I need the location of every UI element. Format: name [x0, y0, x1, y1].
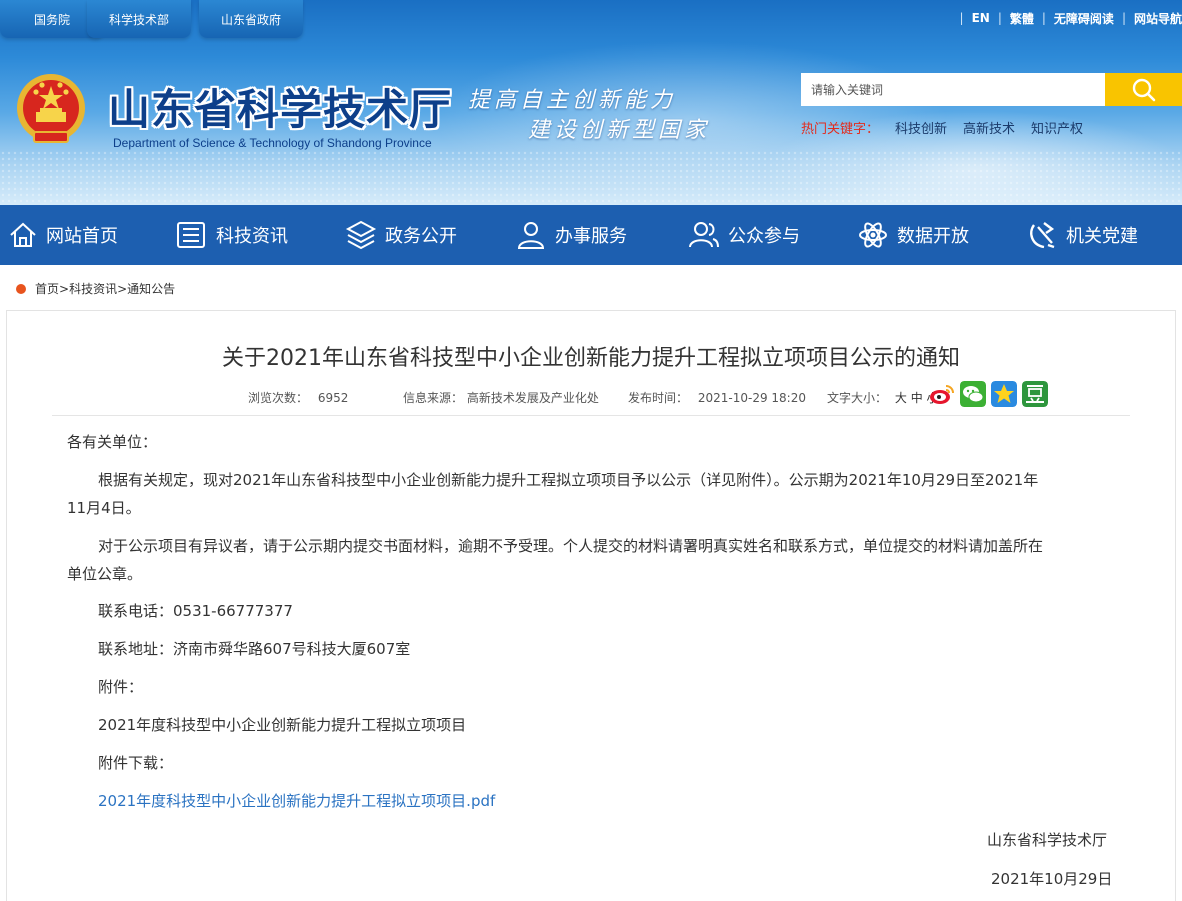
- party-emblem-icon: [1030, 222, 1055, 249]
- site-title: 山东省科学技术厅: [108, 85, 453, 134]
- nav-item-label: 公众参与: [728, 226, 800, 247]
- nav-item-news[interactable]: 科技资讯: [176, 205, 288, 265]
- weibo-share-icon[interactable]: [929, 381, 955, 407]
- hot-keywords-label: 热门关键字：: [801, 122, 880, 137]
- newspaper-icon: [177, 222, 205, 248]
- hot-keywords: 热门关键字： 科技创新 高新技术 知识产权: [801, 118, 1083, 137]
- search-icon: [1132, 78, 1155, 101]
- breadcrumb-separator: >: [59, 281, 70, 296]
- user-icon: [517, 222, 545, 249]
- date-meta: 发布时间： 2021-10-29 18:20: [628, 389, 806, 406]
- nav-item-label: 政务公开: [385, 226, 457, 247]
- layers-icon: [345, 220, 377, 250]
- paragraph-1-line-1: 根据有关规定，现对2021年山东省科技型中小企业创新能力提升工程拟立项项目予以公…: [98, 471, 1039, 489]
- douban-share-icon[interactable]: [1022, 381, 1048, 407]
- signature-date: 2021年10月29日: [991, 870, 1113, 888]
- hot-keyword[interactable]: 高新技术: [963, 118, 1015, 137]
- search-button[interactable]: [1105, 73, 1182, 106]
- top-link-most[interactable]: 科学技术部: [87, 0, 191, 38]
- source-value: 高新技术发展及产业化处: [466, 391, 599, 405]
- date-label: 发布时间：: [628, 391, 689, 405]
- breadcrumb-home[interactable]: 首页: [35, 280, 59, 297]
- nav-item-home[interactable]: 网站首页: [8, 205, 118, 265]
- breadcrumb-current[interactable]: 通知公告: [127, 280, 175, 297]
- contact-phone: 联系电话：0531-66777377: [98, 602, 293, 620]
- hot-keyword[interactable]: 科技创新: [895, 118, 947, 137]
- font-size-medium[interactable]: 中: [911, 391, 923, 405]
- users-icon: [689, 222, 719, 248]
- breadcrumb-section[interactable]: 科技资讯: [69, 280, 117, 297]
- date-value: 2021-10-29 18:20: [697, 391, 806, 405]
- nav-item-gov-affairs[interactable]: 政务公开: [345, 205, 457, 265]
- meta-divider: [52, 415, 1130, 416]
- nav-item-services[interactable]: 办事服务: [515, 205, 627, 265]
- nav-item-party[interactable]: 机关党建: [1026, 205, 1138, 265]
- nav-item-label: 办事服务: [555, 226, 627, 247]
- main-nav: 网站首页 科技资讯 政务公开 办事服务 公众参与 数据开放 机关党建: [0, 205, 1182, 265]
- slogan-line-2: 建设创新型国家: [528, 118, 711, 143]
- paragraph-2-line-2: 单位公章。: [67, 565, 143, 583]
- font-size-label: 文字大小：: [827, 391, 888, 405]
- header-pattern: [0, 150, 1182, 205]
- views-meta: 浏览次数： 6952: [248, 389, 348, 406]
- link-accessibility[interactable]: 无障碍阅读: [1054, 10, 1114, 27]
- search-input[interactable]: [801, 73, 1105, 106]
- nav-item-label: 网站首页: [46, 226, 118, 247]
- link-traditional[interactable]: 繁體: [1010, 10, 1034, 27]
- contact-address: 联系地址：济南市舜华路607号科技大厦607室: [98, 640, 411, 658]
- link-english[interactable]: EN: [972, 11, 990, 25]
- utility-links: | EN | 繁體 | 无障碍阅读 | 网站导航: [959, 10, 1182, 27]
- nav-item-participation[interactable]: 公众参与: [688, 205, 800, 265]
- signature-org: 山东省科学技术厅: [987, 831, 1108, 849]
- breadcrumb-bullet-icon: [16, 283, 26, 294]
- atom-icon: [859, 222, 887, 248]
- nav-item-label: 机关党建: [1066, 226, 1138, 247]
- site-english-name: Department of Science & Technology of Sh…: [113, 136, 432, 150]
- national-emblem-icon: [17, 74, 85, 143]
- wechat-share-icon[interactable]: [960, 381, 986, 407]
- top-link-shandong-gov[interactable]: 山东省政府: [199, 0, 303, 38]
- source-meta: 信息来源： 高新技术发展及产业化处: [403, 389, 599, 406]
- article-title: 关于2021年山东省科技型中小企业创新能力提升工程拟立项项目公示的通知: [222, 346, 960, 371]
- breadcrumb-separator: >: [117, 281, 128, 296]
- download-label: 附件下载：: [98, 754, 174, 772]
- breadcrumb: 首页 > 科技资讯 > 通知公告: [16, 280, 175, 297]
- paragraph-1-line-2: 11月4日。: [67, 499, 141, 517]
- font-size-large[interactable]: 大: [895, 391, 907, 405]
- views-label: 浏览次数：: [248, 391, 309, 405]
- salutation: 各有关单位：: [67, 433, 158, 451]
- site-header: 国务院 科学技术部 山东省政府 | EN | 繁體 | 无障碍阅读 | 网站导航…: [0, 0, 1182, 205]
- link-sitemap[interactable]: 网站导航: [1134, 10, 1182, 27]
- font-size-meta: 文字大小： 大 中 小: [827, 389, 939, 406]
- nav-item-label: 科技资讯: [216, 226, 288, 247]
- source-label: 信息来源：: [403, 391, 464, 405]
- download-link-wrap: 2021年度科技型中小企业创新能力提升工程拟立项项目.pdf: [98, 787, 495, 815]
- home-icon: [10, 222, 36, 247]
- attachment-label: 附件：: [98, 678, 144, 696]
- paragraph-2-line-1: 对于公示项目有异议者，请于公示期内提交书面材料，逾期不予受理。个人提交的材料请署…: [98, 537, 1044, 555]
- attachment-download-link[interactable]: 2021年度科技型中小企业创新能力提升工程拟立项项目.pdf: [98, 792, 495, 810]
- slogan-line-1: 提高自主创新能力: [468, 88, 677, 113]
- qzone-share-icon[interactable]: [991, 381, 1017, 407]
- nav-item-open-data[interactable]: 数据开放: [857, 205, 969, 265]
- attachment-name: 2021年度科技型中小企业创新能力提升工程拟立项项目: [98, 716, 467, 734]
- nav-item-label: 数据开放: [897, 226, 969, 247]
- views-count: 6952: [317, 391, 349, 405]
- hot-keyword[interactable]: 知识产权: [1031, 118, 1083, 137]
